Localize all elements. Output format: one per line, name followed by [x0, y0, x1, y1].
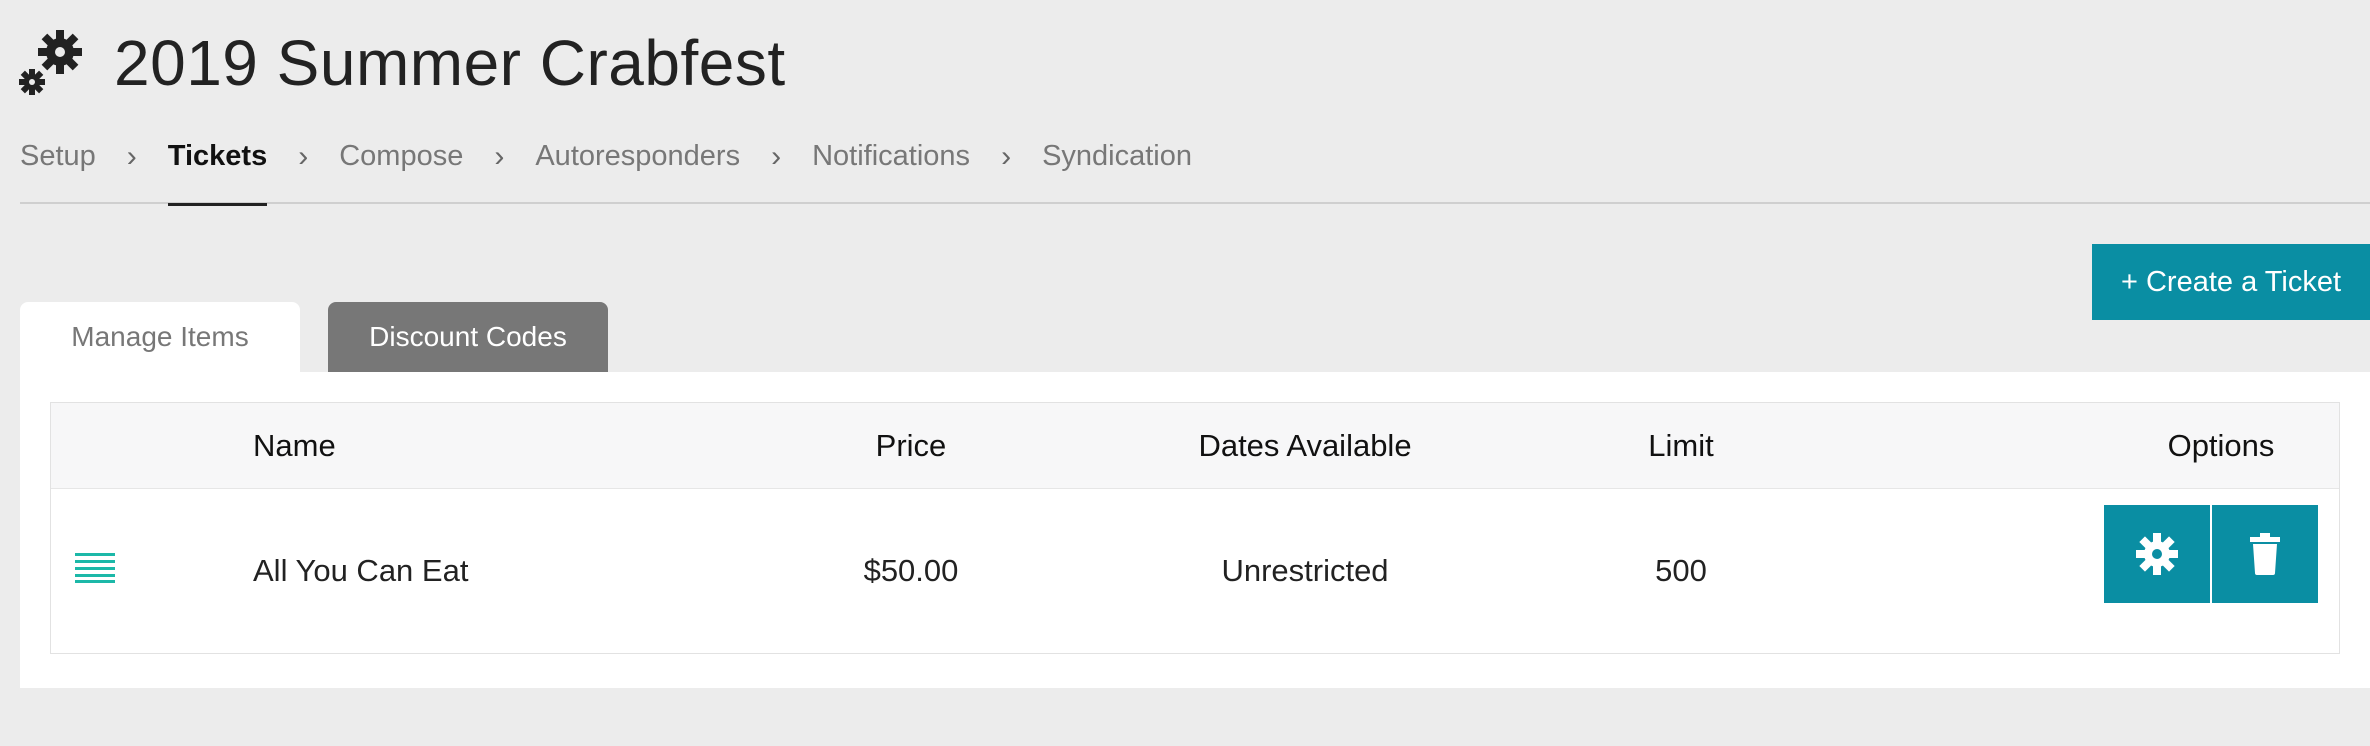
- header: 2019 Summer Crabfest: [18, 18, 786, 108]
- tab-bar: Manage Items Discount Codes: [20, 302, 608, 372]
- table-header: Name Price Dates Available Limit Options: [51, 403, 2339, 489]
- ticket-name: All You Can Eat: [253, 553, 469, 588]
- drag-handle-icon[interactable]: [75, 551, 115, 583]
- step-syndication[interactable]: Syndication: [1042, 128, 1192, 204]
- step-compose[interactable]: Compose: [339, 128, 463, 204]
- edit-ticket-button[interactable]: [2104, 505, 2210, 603]
- column-header-limit: Limit: [1648, 428, 1714, 463]
- column-header-price: Price: [875, 428, 947, 463]
- page: 2019 Summer Crabfest Setup › Tickets › C…: [0, 0, 2370, 746]
- ticket-dates: Unrestricted: [1221, 553, 1389, 588]
- trash-icon: [2250, 533, 2280, 575]
- page-title: 2019 Summer Crabfest: [114, 27, 786, 99]
- breadcrumb: Setup › Tickets › Compose › Autoresponde…: [20, 128, 2370, 206]
- ticket-limit: 500: [1655, 553, 1707, 588]
- breadcrumb-separator: ›: [1001, 140, 1012, 173]
- step-tickets[interactable]: Tickets: [167, 128, 268, 206]
- breadcrumb-separator: ›: [771, 140, 782, 173]
- breadcrumb-separator: ›: [494, 140, 505, 173]
- tickets-table: Name Price Dates Available Limit Options: [50, 402, 2340, 654]
- column-header-dates: Dates Available: [1198, 428, 1412, 463]
- step-setup[interactable]: Setup: [20, 128, 96, 204]
- gear-icon: [2136, 533, 2178, 575]
- tickets-panel: Name Price Dates Available Limit Options: [20, 372, 2370, 688]
- ticket-price: $50.00: [863, 553, 959, 588]
- create-ticket-button[interactable]: + Create a Ticket: [2092, 244, 2370, 320]
- breadcrumb-separator: ›: [298, 140, 309, 173]
- tab-discount-codes[interactable]: Discount Codes: [328, 302, 608, 372]
- step-autoresponders[interactable]: Autoresponders: [535, 128, 740, 204]
- step-notifications[interactable]: Notifications: [812, 128, 970, 204]
- gears-icon: [19, 30, 82, 95]
- breadcrumb-separator: ›: [126, 140, 137, 173]
- column-header-name: Name: [253, 428, 336, 463]
- table-row: All You Can Eat $50.00 Unrestricted 500: [51, 489, 2339, 653]
- tab-manage-items[interactable]: Manage Items: [20, 302, 300, 372]
- delete-ticket-button[interactable]: [2212, 505, 2318, 603]
- column-header-options: Options: [2167, 428, 2275, 463]
